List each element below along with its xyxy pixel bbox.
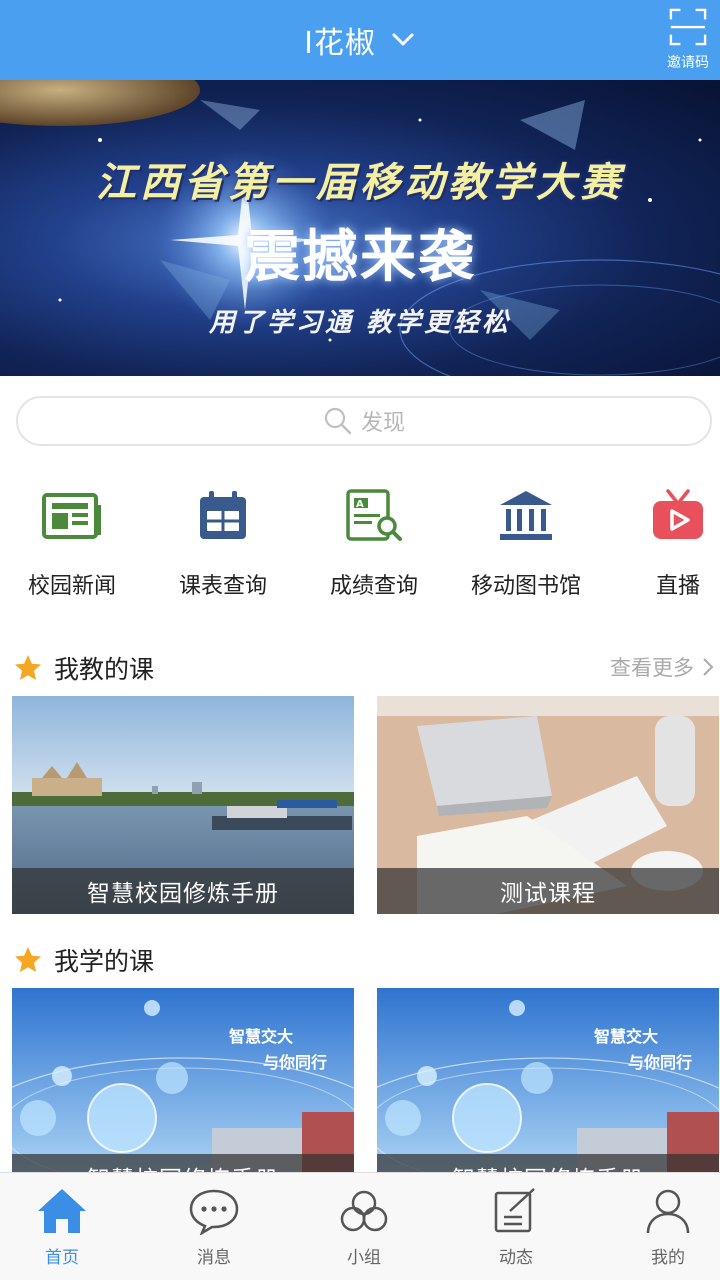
calendar-icon xyxy=(200,491,246,539)
tab-home[interactable]: 首页 xyxy=(0,1173,134,1280)
quick-item-timetable[interactable]: 课表查询 xyxy=(148,484,298,614)
quick-item-live[interactable]: 直播 xyxy=(603,484,720,614)
post-icon xyxy=(494,1188,535,1233)
search-bar[interactable]: 发现 xyxy=(16,396,712,446)
scan-icon xyxy=(669,8,707,46)
course-title: 智慧校园修炼手册 xyxy=(12,1154,354,1172)
promo-banner[interactable]: 江西省第一届移动教学大赛 震撼来袭 用了学习通 教学更轻松 xyxy=(0,80,720,376)
quick-item-label: 课表查询 xyxy=(178,574,267,599)
quick-item-label: 成绩查询 xyxy=(329,574,418,599)
invite-code-button[interactable]: 邀请码 xyxy=(660,8,716,72)
chevron-right-icon xyxy=(703,658,714,676)
search-icon xyxy=(324,407,352,435)
org-switcher[interactable]: I花椒 xyxy=(0,0,720,80)
svg-text:A: A xyxy=(356,499,364,510)
star-icon xyxy=(15,947,41,972)
tab-label: 消息 xyxy=(197,1248,231,1268)
search-placeholder: 发现 xyxy=(360,411,405,436)
banner-slogan: 用了学习通 教学更轻松 xyxy=(208,308,512,338)
quick-menu: 校园新闻 课表查询 A 成绩查询 移动图书馆 直播 xyxy=(0,484,720,614)
cover-text: 与你同行 xyxy=(263,1053,327,1072)
view-more-label: 查看更多 xyxy=(610,656,694,680)
org-name: I花椒 xyxy=(304,26,376,61)
tab-groups[interactable]: 小组 xyxy=(292,1173,436,1280)
top-bar: I花椒 邀请码 xyxy=(0,0,720,80)
app-screen: I花椒 邀请码 江西省第一届移动教学大赛 震撼来袭 用了学习通 教学更轻松 发现… xyxy=(0,0,720,1280)
cover-text: 与你同行 xyxy=(628,1053,692,1072)
profile-icon xyxy=(646,1189,690,1234)
course-cover-image: 智慧交大 与你同行 xyxy=(12,988,354,1172)
learn-section-header: 我学的课 xyxy=(0,938,720,978)
quick-item-mobile-library[interactable]: 移动图书馆 xyxy=(451,484,601,614)
banner-title: 震撼来袭 xyxy=(244,224,476,290)
tab-messages[interactable]: 消息 xyxy=(142,1173,286,1280)
cover-text: 智慧交大 xyxy=(594,1027,658,1046)
course-title: 智慧校园修炼手册 xyxy=(377,1154,719,1172)
quick-item-grade-query[interactable]: A 成绩查询 xyxy=(299,484,449,614)
tab-label: 我的 xyxy=(651,1248,685,1268)
chevron-down-icon xyxy=(392,33,414,46)
quick-item-campus-news[interactable]: 校园新闻 xyxy=(0,484,147,614)
home-icon xyxy=(38,1189,86,1233)
section-title: 我教的课 xyxy=(54,655,155,684)
message-icon xyxy=(189,1189,239,1235)
grade-search-icon: A xyxy=(346,489,402,541)
course-card[interactable]: 智慧交大 与你同行 智慧校园修炼手册 xyxy=(377,988,719,1172)
teach-section-header: 我教的课 查看更多 xyxy=(0,646,720,686)
course-card[interactable]: 智慧交大 与你同行 智慧校园修炼手册 xyxy=(12,988,354,1172)
newspaper-icon xyxy=(42,493,101,539)
section-title: 我学的课 xyxy=(54,947,155,976)
bottom-tab-bar: 首页 消息 小组 动态 我的 xyxy=(0,1172,720,1280)
group-icon xyxy=(340,1190,388,1232)
quick-item-label: 校园新闻 xyxy=(27,574,116,599)
course-title: 智慧校园修炼手册 xyxy=(12,868,354,914)
quick-item-label: 移动图书馆 xyxy=(470,574,581,599)
tab-label: 首页 xyxy=(45,1248,79,1268)
cover-text: 智慧交大 xyxy=(229,1027,293,1046)
tab-activity[interactable]: 动态 xyxy=(444,1173,588,1280)
course-title: 测试课程 xyxy=(377,868,719,914)
invite-code-label: 邀请码 xyxy=(667,55,709,71)
live-tv-icon xyxy=(653,489,703,539)
course-cover-image: 智慧交大 与你同行 xyxy=(377,988,719,1172)
banner-headline: 江西省第一届移动教学大赛 xyxy=(96,159,624,206)
tab-label: 小组 xyxy=(347,1248,381,1268)
tab-profile[interactable]: 我的 xyxy=(596,1173,720,1280)
course-card[interactable]: 测试课程 xyxy=(377,696,719,914)
library-icon xyxy=(500,491,552,540)
star-icon xyxy=(15,655,41,680)
view-more-link[interactable]: 查看更多 xyxy=(610,652,714,682)
quick-item-label: 直播 xyxy=(655,574,700,599)
course-card[interactable]: 智慧校园修炼手册 xyxy=(12,696,354,914)
tab-label: 动态 xyxy=(499,1248,533,1268)
